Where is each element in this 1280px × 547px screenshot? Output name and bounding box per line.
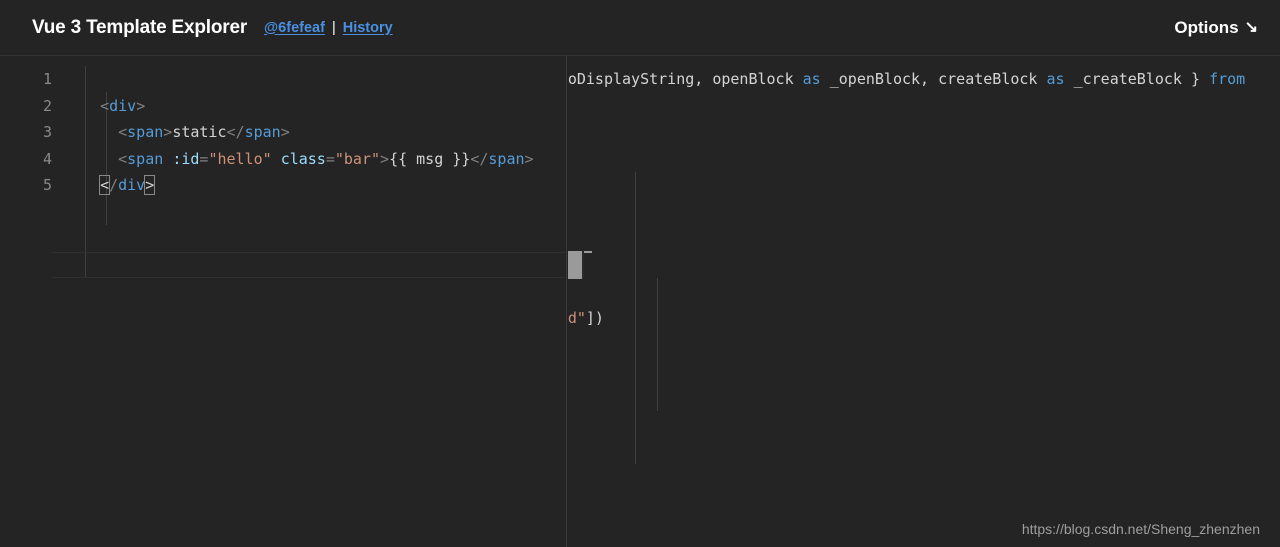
watermark-text: https://blog.csdn.net/Sheng_zhenzhen <box>1021 521 1260 537</box>
line-number: 1 <box>42 70 52 88</box>
page-title: Vue 3 Template Explorer <box>32 16 248 38</box>
line-content[interactable]: }, _toDisplayString(_ctx.msg), 9 /* TEXT… <box>567 305 1280 332</box>
code-line[interactable]: 1 <box>0 66 566 93</box>
code-line[interactable]: 9 }, _toDisplayString(_ctx.msg), 9 /* TE… <box>567 305 1280 332</box>
code-line[interactable]: 5 </div> <box>0 172 566 199</box>
pane-resize-handle[interactable] <box>568 251 582 279</box>
code-line[interactable]: 3 export function render(_ctx, _cache) { <box>567 146 1280 173</box>
code-line[interactable]: 1 import { createVNode as _createVNode, … <box>567 66 1280 119</box>
code-line[interactable]: 2 <div> <box>0 93 566 120</box>
line-content[interactable]: <span>static</span> <box>52 119 566 146</box>
right-code-rows: 1 import { createVNode as _createVNode, … <box>567 56 1280 437</box>
link-separator: | <box>331 19 336 36</box>
line-content[interactable]: <span :id="hello" class="bar">{{ msg }}<… <box>52 146 566 173</box>
line-content[interactable] <box>567 384 1280 411</box>
line-content[interactable]: } <box>567 358 1280 385</box>
commit-hash-link[interactable]: @6fefeaf <box>264 20 325 36</box>
code-line[interactable]: 3 <span>static</span> <box>0 119 566 146</box>
line-number: 5 <box>42 176 52 194</box>
left-code-rows: 1 2 <div> 3 <span>static</span> 4 <span … <box>0 56 566 199</box>
bracket-match-open: < <box>99 175 111 195</box>
code-line[interactable]: 8 class: "bar" <box>567 278 1280 305</box>
line-content[interactable]: ])) <box>567 331 1280 358</box>
pane-resize-handle-stem <box>582 251 584 279</box>
code-line[interactable]: 5 _createVNode("span", null, "static"), <box>567 199 1280 226</box>
code-line[interactable]: 4 return (_openBlock(), _createBlock("di… <box>567 172 1280 199</box>
line-content[interactable]: _createVNode("span", null, "static"), <box>567 199 1280 226</box>
code-line[interactable]: 6 _createVNode("span", { <box>567 225 1280 252</box>
header-links: @6fefeaf | History <box>264 20 393 36</box>
line-content[interactable]: // Check the console for the AST <box>567 411 1280 438</box>
line-number: 3 <box>42 123 52 141</box>
line-number: 2 <box>42 96 52 115</box>
active-line-highlight <box>52 252 566 278</box>
line-content[interactable]: import { createVNode as _createVNode, to… <box>567 66 1280 119</box>
code-line[interactable]: 13 // Check the console for the AST <box>567 411 1280 438</box>
options-button[interactable]: Options ↘ <box>1174 18 1260 38</box>
template-explorer-app: Vue 3 Template Explorer @6fefeaf | Histo… <box>0 0 1280 547</box>
code-line[interactable]: 4 <span :id="hello" class="bar">{{ msg }… <box>0 146 566 173</box>
chevron-down-right-icon: ↘ <box>1244 18 1258 36</box>
line-content[interactable]: return (_openBlock(), _createBlock("div"… <box>567 172 1280 199</box>
bracket-match-close: > <box>144 175 156 195</box>
line-content[interactable]: id: _ctx.hello, <box>567 252 1280 279</box>
template-input-editor[interactable]: 1 2 <div> 3 <span>static</span> 4 <span … <box>0 56 567 547</box>
code-line[interactable]: 11 } <box>567 358 1280 385</box>
code-line[interactable]: 7 id: _ctx.hello, <box>567 252 1280 279</box>
line-content[interactable]: </div> <box>52 172 566 199</box>
history-link[interactable]: History <box>343 20 393 36</box>
code-line[interactable]: 10 ])) <box>567 331 1280 358</box>
line-content[interactable]: export function render(_ctx, _cache) { <box>567 146 1280 173</box>
code-line[interactable]: 2 <box>567 119 1280 146</box>
editor-panes: 1 2 <div> 3 <span>static</span> 4 <span … <box>0 56 1280 547</box>
app-header: Vue 3 Template Explorer @6fefeaf | Histo… <box>0 0 1280 56</box>
line-content[interactable]: <div> <box>52 93 566 120</box>
line-content[interactable] <box>52 66 566 93</box>
compiled-output-editor[interactable]: 1 import { createVNode as _createVNode, … <box>567 56 1280 547</box>
line-content[interactable]: _createVNode("span", { <box>567 225 1280 252</box>
line-content[interactable] <box>567 119 1280 146</box>
line-content[interactable]: class: "bar" <box>567 278 1280 305</box>
options-button-label: Options <box>1174 17 1239 37</box>
code-line[interactable]: 12 <box>567 384 1280 411</box>
line-number: 4 <box>42 149 52 168</box>
